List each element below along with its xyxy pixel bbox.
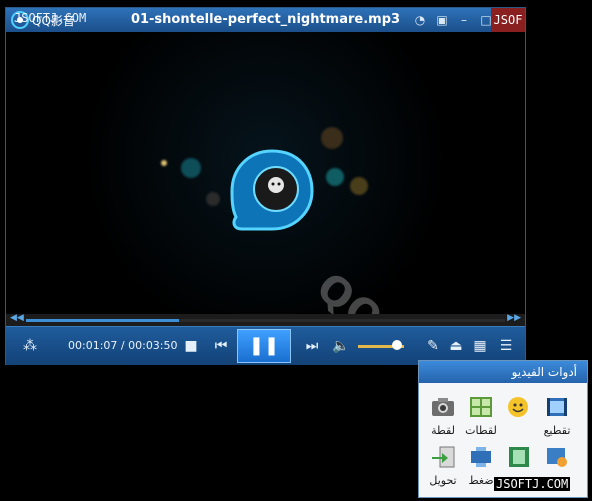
camera-icon [432,398,454,416]
bokeh-light [181,158,201,178]
merge-icon [547,448,567,467]
current-time: 00:01:07 [68,339,118,352]
qq-player-center-logo-icon [230,149,314,231]
tool-label: تحويل [429,474,457,487]
tool-snapshot[interactable]: لقطة [423,395,463,437]
bokeh-light [326,168,344,186]
compress-icon [471,447,491,467]
seek-bar[interactable]: ◀◀ ▶▶ [6,313,525,326]
next-button[interactable]: ⏭ [302,327,322,365]
minimize-icon[interactable]: – [455,11,473,29]
bokeh-light [321,127,343,149]
previous-button[interactable]: ⏮ [211,327,231,365]
tool-cut[interactable]: تقطيع [537,395,577,437]
panel-title: أدوات الفيديو [419,361,587,383]
footprint-icon[interactable]: ⁂ [20,327,40,365]
total-time: 00:03:50 [128,339,178,352]
seek-forward-icon[interactable]: ▶▶ [507,313,521,323]
film-icon [509,447,529,467]
tool-film[interactable] [499,445,539,474]
volume-knob[interactable] [392,340,403,350]
tool-merge[interactable] [537,445,577,474]
seek-track[interactable] [26,319,505,322]
convert-icon [432,446,455,468]
watermark-bottom: JSOFTJ.COM [494,477,571,491]
tool-frames[interactable]: لقطات [461,395,501,437]
tool-label: لقطة [431,424,455,437]
tool-gif[interactable] [499,395,539,424]
cut-icon [547,398,567,416]
gif-icon [508,397,528,417]
screen-icon[interactable]: ▣ [433,11,451,29]
player-window: QQ影音 JSOFTJ.COM 01-shontelle-perfect_nig… [5,7,526,365]
tool-label: تقطيع [543,424,571,437]
time-display: 00:01:07 / 00:03:50 [68,339,178,352]
video-watermark: QQ-Player.com [308,264,525,314]
stop-button[interactable]: ■ [182,327,200,365]
volume-icon[interactable]: 🔈 [332,327,350,365]
watermark-top-right: JSOF [491,8,525,32]
pause-button[interactable]: ❚❚ [237,329,291,363]
bokeh-light [161,160,167,166]
title-bar: QQ影音 JSOFTJ.COM 01-shontelle-perfect_nig… [6,8,525,33]
chat-icon[interactable]: ◔ [411,11,429,29]
seek-progress [26,319,180,322]
bokeh-light [206,192,220,206]
seek-back-icon[interactable]: ◀◀ [10,313,24,323]
tool-convert[interactable]: تحويل [423,445,463,487]
frames-icon [470,397,492,417]
bokeh-light [350,177,368,195]
video-area[interactable]: QQ-Player.com [6,32,525,314]
tool-label: لقطات [465,424,497,437]
